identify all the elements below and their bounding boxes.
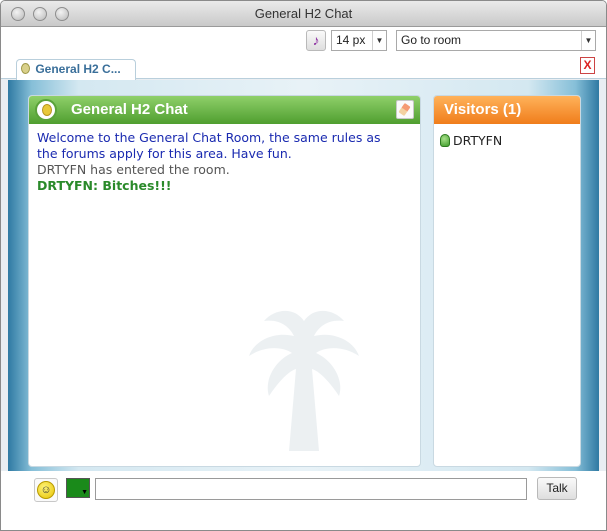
- tree-figure-watermark-icon: [249, 310, 359, 451]
- chat-window: General H2 Chat ♪ 14 px ▼ Go to room ▼ G…: [0, 0, 607, 531]
- font-size-select[interactable]: 14 px ▼: [331, 30, 387, 51]
- tab-label: General H2 C...: [35, 62, 121, 76]
- visitors-header: Visitors (1): [434, 96, 580, 124]
- toolbar: ♪ 14 px ▼ Go to room ▼: [1, 27, 606, 55]
- welcome-message: Welcome to the General Chat Room, the sa…: [37, 130, 381, 161]
- emoticon-button[interactable]: ☺: [34, 478, 58, 502]
- close-tab-button[interactable]: X: [580, 57, 595, 74]
- chat-header: General H2 Chat: [29, 96, 420, 124]
- window-title: General H2 Chat: [254, 6, 353, 21]
- user-online-icon: [440, 134, 450, 147]
- chat-content-area: General H2 Chat Welcome to the General C…: [8, 80, 599, 517]
- message-text: Bitches!!!: [102, 178, 172, 193]
- lightbulb-icon: [21, 63, 30, 74]
- text-color-button[interactable]: ▼: [66, 478, 90, 498]
- font-size-value: 14 px: [336, 33, 366, 47]
- music-note-icon: ♪: [312, 32, 320, 48]
- sound-toggle-button[interactable]: ♪: [306, 30, 326, 51]
- system-message: DRTYFN has entered the room.: [37, 162, 230, 177]
- chevron-down-icon: ▼: [81, 489, 88, 496]
- visitors-panel: Visitors (1) DRTYFN: [433, 95, 581, 467]
- tab-strip: General H2 C... X: [1, 55, 606, 80]
- chevron-down-icon: ▼: [372, 31, 386, 50]
- message-list: Welcome to the General Chat Room, the sa…: [37, 130, 412, 194]
- message-input[interactable]: [95, 478, 527, 500]
- smiley-icon: ☺: [37, 481, 55, 499]
- user-message: DRTYFN: Bitches!!!: [37, 178, 172, 193]
- visitors-title: Visitors (1): [444, 101, 522, 118]
- room-select[interactable]: Go to room ▼: [396, 30, 596, 51]
- room-select-value: Go to room: [401, 33, 462, 47]
- title-bar: General H2 Chat: [1, 1, 606, 27]
- eraser-icon[interactable]: [396, 100, 414, 119]
- chevron-down-icon: ▼: [581, 31, 595, 50]
- chat-panel: General H2 Chat Welcome to the General C…: [28, 95, 421, 467]
- visitor-name: DRTYFN: [453, 133, 503, 148]
- message-author: DRTYFN: [37, 178, 94, 193]
- tab-general-h2-chat[interactable]: General H2 C...: [16, 59, 136, 80]
- message-compose-bar: ☺ ▼ Talk: [1, 471, 606, 530]
- chat-room-title: General H2 Chat: [71, 101, 188, 118]
- talk-button[interactable]: Talk: [537, 477, 577, 500]
- lightbulb-icon: [35, 99, 57, 121]
- visitor-item[interactable]: DRTYFN: [440, 133, 502, 148]
